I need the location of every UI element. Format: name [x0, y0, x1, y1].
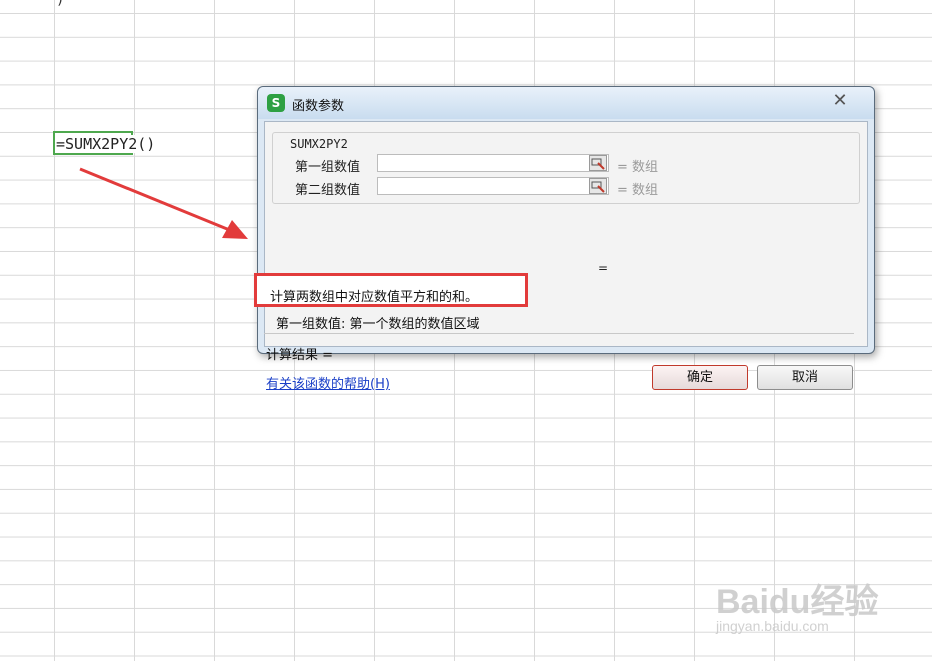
close-icon[interactable]: ✕: [830, 91, 850, 111]
range-select-glyph: [591, 181, 605, 193]
range-select-icon[interactable]: [589, 178, 607, 194]
cancel-button[interactable]: 取消: [757, 365, 853, 390]
ok-button[interactable]: 确定: [652, 365, 748, 390]
function-arguments-dialog: S 函数参数 ✕ SUMX2PY2 第一组数值 = 数组 第二组数值 = 数组 …: [254, 86, 875, 392]
calc-result-label: 计算结果 =: [266, 348, 334, 363]
arg-label-second-array: 第二组数值: [295, 183, 361, 198]
watermark-url: jingyan.baidu.com: [716, 618, 829, 634]
dialog-titlebar[interactable]: S 函数参数 ✕: [258, 87, 874, 119]
arg-label-first-array: 第一组数值: [295, 160, 361, 175]
parameter-description: 第一组数值: 第一个数组的数值区域: [276, 317, 480, 332]
watermark: Baidu经验 jingyan.baidu.com: [716, 574, 879, 634]
range-select-glyph: [591, 158, 605, 170]
function-name: SUMX2PY2: [287, 137, 351, 151]
arg-result-first-array: = 数组: [617, 160, 659, 175]
divider: [264, 333, 854, 334]
arg-input-second-array[interactable]: [377, 177, 609, 195]
range-select-icon[interactable]: [589, 155, 607, 171]
function-description: 计算两数组中对应数值平方和的和。: [270, 290, 479, 305]
wps-sheet-icon: S: [267, 94, 285, 112]
arg-input-first-array[interactable]: [377, 154, 609, 172]
arguments-group: SUMX2PY2 第一组数值 = 数组 第二组数值 = 数组: [272, 132, 860, 204]
formula-result-equals: =: [598, 261, 609, 275]
watermark-logo-text: Baidu经验: [716, 583, 879, 621]
help-link[interactable]: 有关该函数的帮助(H): [266, 373, 390, 392]
dialog-title: 函数参数: [292, 99, 345, 114]
arg-result-second-array: = 数组: [617, 183, 659, 198]
arrow-shaft: [79, 167, 233, 233]
